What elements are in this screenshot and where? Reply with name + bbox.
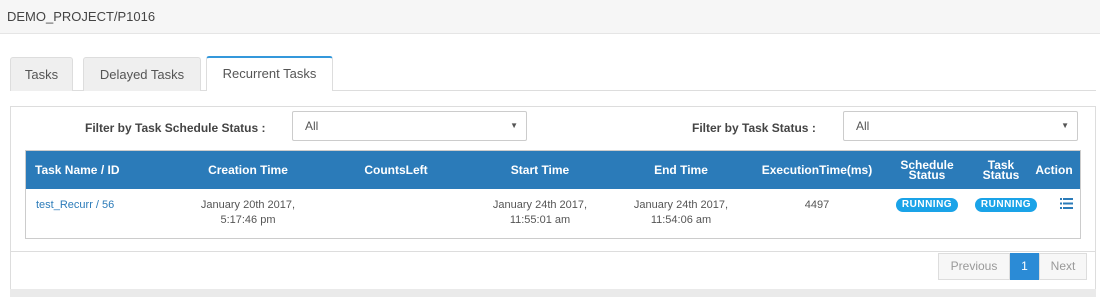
previous-page-button[interactable]: Previous [938, 253, 1010, 280]
task-status-badge: RUNNING [974, 198, 1038, 212]
main-content: Tasks Delayed Tasks Recurrent Tasks Filt… [0, 34, 1100, 297]
pagination: Previous 1 Next [938, 253, 1087, 280]
schedule-status-badge: RUNNING [895, 198, 959, 212]
breadcrumb: DEMO_PROJECT/P1016 [7, 9, 156, 24]
column-header-execution-time: ExecutionTime(ms) [761, 163, 873, 177]
page-1-button[interactable]: 1 [1010, 253, 1039, 280]
counts-left-cell [336, 189, 456, 238]
tab-delayed-tasks[interactable]: Delayed Tasks [83, 57, 201, 91]
creation-time-line2: 5:17:46 pm [220, 214, 276, 226]
start-time-line2: 11:55:01 am [509, 214, 571, 226]
tab-bar: Tasks Delayed Tasks Recurrent Tasks [10, 56, 1096, 91]
schedule-status-select[interactable]: All ▼ [292, 111, 527, 141]
bottom-strip [10, 289, 1096, 297]
column-header-counts-left: CountsLeft [364, 163, 428, 177]
column-header-schedule-status: Schedule Status [889, 151, 965, 189]
creation-time-cell: January 20th 2017, 5:17:46 pm [188, 189, 308, 238]
panel-divider [11, 251, 1095, 252]
creation-time-line1: January 20th 2017, [200, 199, 296, 211]
schedule-status-select-value: All [305, 119, 319, 133]
column-header-end-time: End Time [654, 163, 708, 177]
action-cell [1056, 189, 1076, 238]
task-status-select[interactable]: All ▼ [843, 111, 1078, 141]
task-status-select-value: All [856, 119, 870, 133]
task-name-link[interactable]: test_Recurr / 56 [36, 198, 114, 213]
recurrent-tasks-panel: Filter by Task Schedule Status : All ▼ F… [10, 106, 1096, 297]
top-bar: DEMO_PROJECT/P1016 [0, 0, 1100, 34]
column-header-creation-time: Creation Time [208, 163, 288, 177]
table-header: Task Name / ID Creation Time CountsLeft … [26, 151, 1080, 189]
chevron-down-icon: ▼ [1061, 121, 1069, 130]
next-page-button[interactable]: Next [1039, 253, 1087, 280]
execution-time-cell: 4497 [804, 199, 830, 211]
start-time-cell: January 24th 2017, 11:55:01 am [480, 189, 600, 238]
task-name-cell: test_Recurr / 56 [36, 189, 176, 238]
task-status-cell: RUNNING [971, 189, 1041, 238]
table-row: test_Recurr / 56 January 20th 2017, 5:17… [26, 189, 1080, 238]
chevron-down-icon: ▼ [510, 121, 518, 130]
column-header-start-time: Start Time [510, 163, 570, 177]
end-time-line2: 11:54:06 am [650, 214, 712, 226]
column-header-task-name: Task Name / ID [35, 163, 120, 177]
schedule-status-cell: RUNNING [889, 189, 965, 238]
end-time-line1: January 24th 2017, [633, 199, 729, 211]
start-time-line1: January 24th 2017, [492, 199, 588, 211]
column-header-task-status-line2: Status [982, 168, 1020, 182]
end-time-cell: January 24th 2017, 11:54:06 am [621, 189, 741, 238]
column-header-task-status: Task Status [971, 151, 1031, 189]
list-icon[interactable] [1059, 198, 1073, 209]
schedule-status-filter-label: Filter by Task Schedule Status : [85, 121, 266, 135]
tab-tasks[interactable]: Tasks [10, 57, 73, 91]
tab-recurrent-tasks[interactable]: Recurrent Tasks [206, 56, 333, 91]
column-header-action: Action [1035, 163, 1073, 177]
column-header-schedule-status-line2: Status [908, 168, 946, 182]
recurrent-tasks-table: Task Name / ID Creation Time CountsLeft … [25, 150, 1081, 239]
task-status-filter-label: Filter by Task Status : [692, 121, 816, 135]
